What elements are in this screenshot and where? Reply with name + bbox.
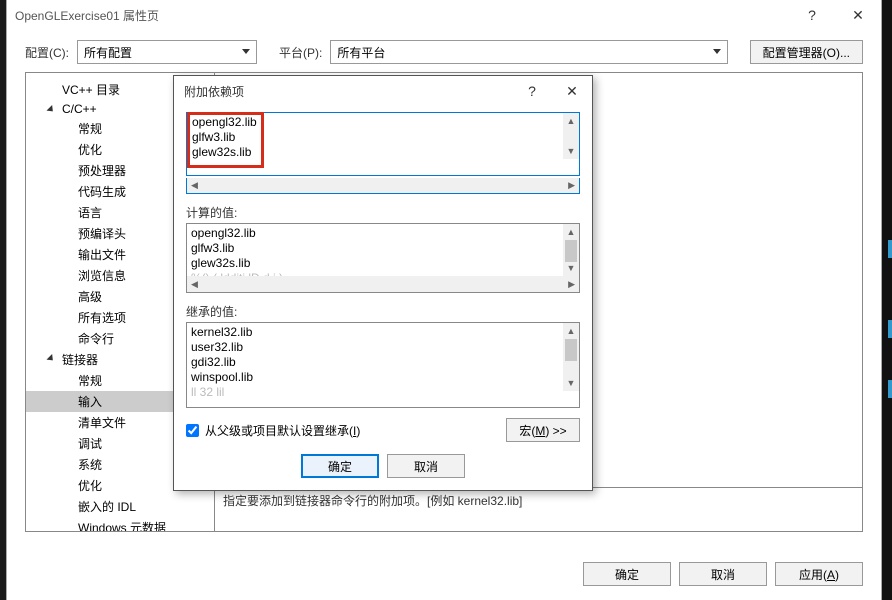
ok-button[interactable]: 确定 — [583, 562, 671, 586]
inherit-checkbox[interactable] — [186, 424, 199, 437]
scroll-thumb[interactable] — [565, 339, 577, 361]
description-box: 指定要添加到链接器命令行的附加项。[例如 kernel32.lib] — [215, 487, 862, 531]
edit-dependencies-textarea[interactable]: opengl32.lib glfw3.lib glew32s.lib ▲ ▼ — [186, 112, 580, 176]
additional-dependencies-dialog: 附加依赖项 ? ✕ opengl32.lib glfw3.lib glew32s… — [173, 75, 593, 491]
scroll-right-icon[interactable]: ▶ — [568, 277, 575, 292]
tree-item[interactable]: 嵌入的 IDL — [26, 496, 214, 517]
modal-body: opengl32.lib glfw3.lib glew32s.lib ▲ ▼ ◀… — [174, 106, 592, 454]
inherit-checkbox-label: 从父级或项目默认设置继承(I) — [205, 422, 360, 439]
inherited-label: 继承的值: — [186, 303, 580, 320]
scroll-up-icon[interactable]: ▲ — [563, 224, 579, 240]
modal-titlebar: 附加依赖项 ? ✕ — [174, 76, 592, 106]
apply-button[interactable]: 应用(A) — [775, 562, 863, 586]
scroll-down-icon[interactable]: ▼ — [563, 260, 579, 276]
tree-item[interactable]: Windows 元数据 — [26, 517, 214, 532]
scrollbar-vertical[interactable]: ▲ ▼ — [563, 224, 579, 276]
macros-button[interactable]: 宏(M) >> — [506, 418, 580, 442]
scroll-up-icon[interactable]: ▲ — [563, 323, 579, 339]
window-title: OpenGLExercise01 属性页 — [15, 7, 789, 24]
cancel-button[interactable]: 取消 — [679, 562, 767, 586]
modal-footer: 确定 取消 — [174, 454, 592, 490]
scrollbar-horizontal[interactable]: ◀ ▶ — [186, 178, 580, 194]
scroll-up-icon[interactable]: ▲ — [563, 113, 579, 129]
config-label: 配置(C): — [25, 44, 69, 61]
scrollbar-vertical[interactable]: ▲ ▼ — [563, 113, 579, 159]
dialog-footer: 确定 取消 应用(A) — [7, 550, 881, 600]
config-manager-button[interactable]: 配置管理器(O)... — [750, 40, 863, 64]
modal-help-button[interactable]: ? — [512, 76, 552, 106]
scrollbar-horizontal[interactable]: ◀ ▶ — [187, 276, 579, 292]
platform-select[interactable]: 所有平台 — [330, 40, 727, 64]
help-button[interactable]: ? — [789, 0, 835, 30]
inherited-values-list: kernel32.lib user32.lib gdi32.lib winspo… — [186, 322, 580, 408]
config-select[interactable]: 所有配置 — [77, 40, 257, 64]
config-row: 配置(C): 所有配置 平台(P): 所有平台 配置管理器(O)... — [7, 30, 881, 72]
scroll-left-icon[interactable]: ◀ — [191, 277, 198, 292]
scroll-right-icon[interactable]: ▶ — [568, 180, 575, 191]
scroll-down-icon[interactable]: ▼ — [563, 143, 579, 159]
modal-title: 附加依赖项 — [184, 83, 512, 100]
platform-value: 所有平台 — [337, 44, 385, 61]
close-button[interactable]: ✕ — [835, 0, 881, 30]
config-value: 所有配置 — [84, 44, 132, 61]
modal-ok-button[interactable]: 确定 — [301, 454, 379, 478]
scroll-thumb[interactable] — [565, 240, 577, 262]
scrollbar-vertical[interactable]: ▲ ▼ — [563, 323, 579, 391]
computed-values-list: opengl32.lib glfw3.lib glew32s.lib %() (… — [186, 223, 580, 293]
inherit-checkbox-row: 从父级或项目默认设置继承(I) 宏(M) >> — [186, 418, 580, 442]
modal-close-button[interactable]: ✕ — [552, 76, 592, 106]
computed-label: 计算的值: — [186, 204, 580, 221]
scroll-down-icon[interactable]: ▼ — [563, 375, 579, 391]
scroll-left-icon[interactable]: ◀ — [191, 180, 198, 191]
titlebar: OpenGLExercise01 属性页 ? ✕ — [7, 0, 881, 30]
annotation-highlight: opengl32.lib glfw3.lib glew32s.lib — [187, 112, 264, 168]
platform-label: 平台(P): — [279, 44, 322, 61]
modal-cancel-button[interactable]: 取消 — [387, 454, 465, 478]
ide-right-gutter — [882, 0, 892, 600]
